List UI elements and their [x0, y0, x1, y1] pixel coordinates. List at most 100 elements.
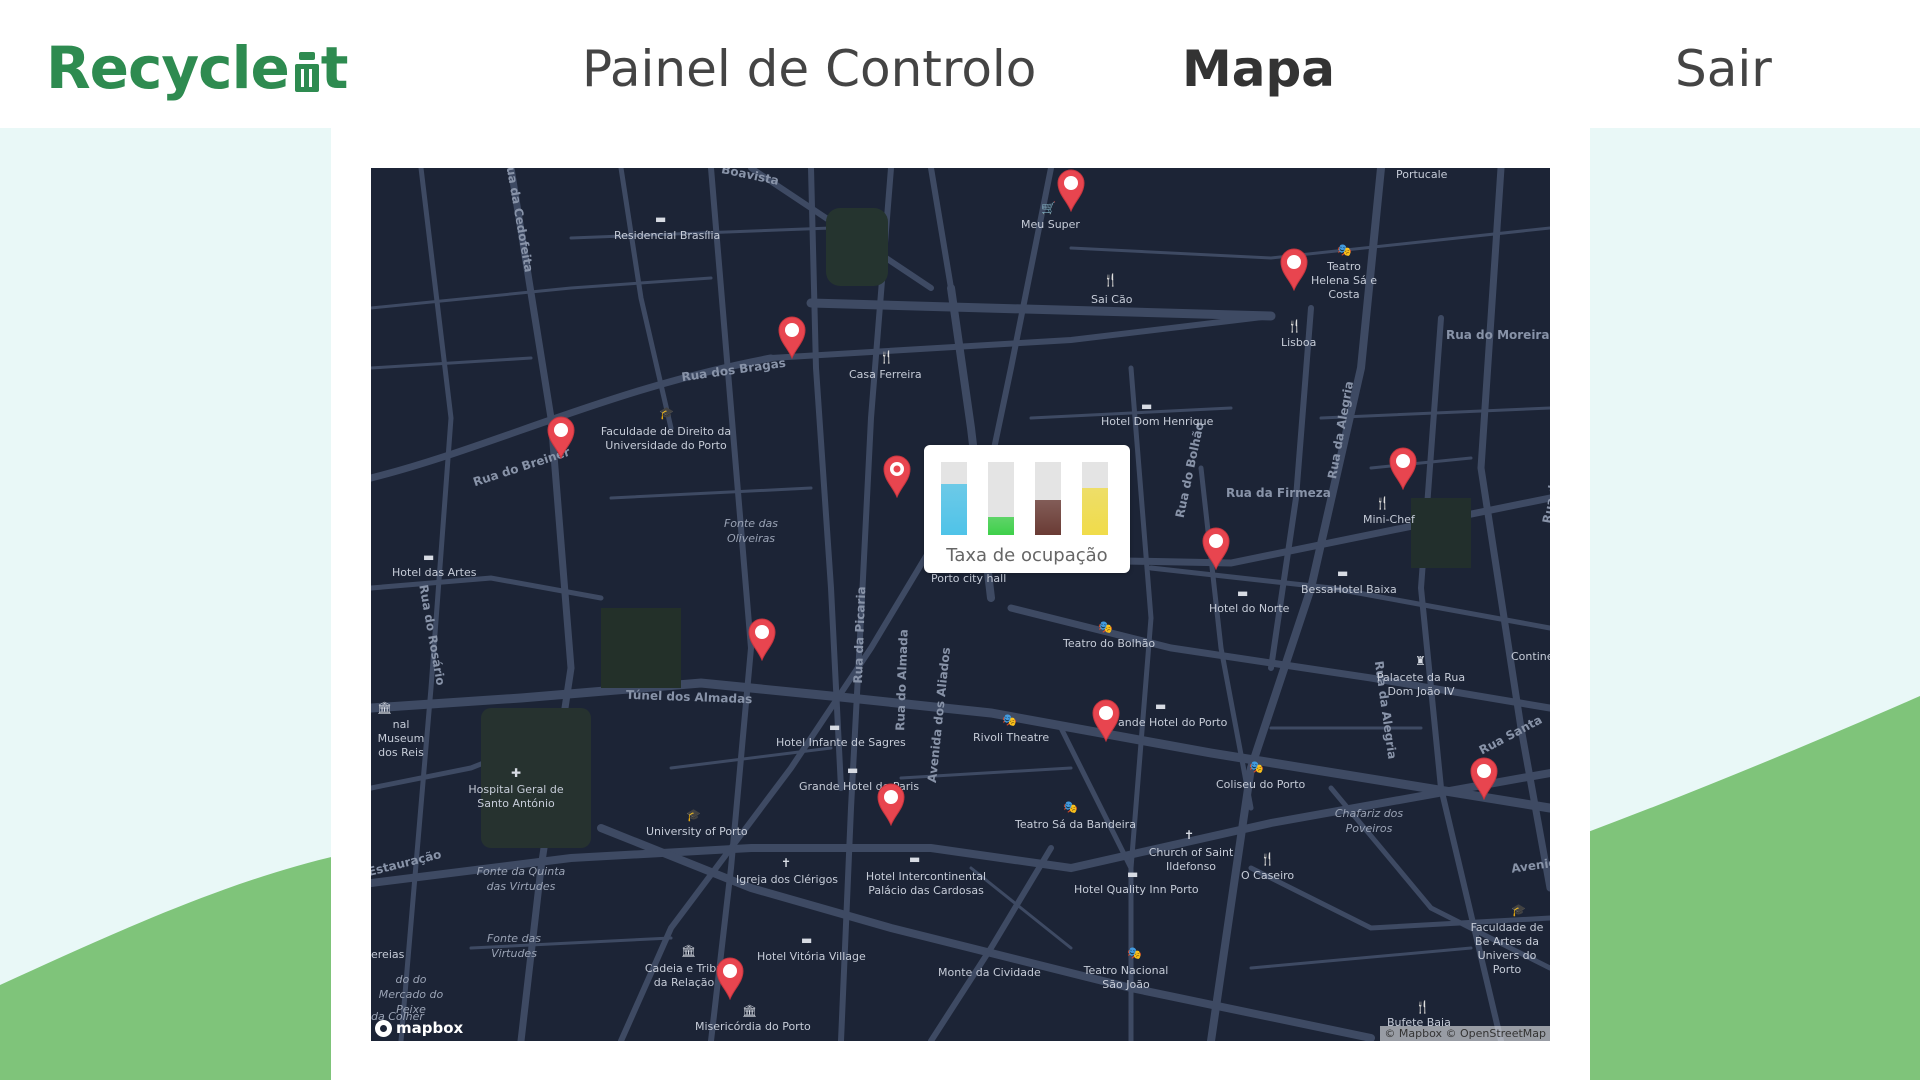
place-label: ereias	[371, 948, 405, 961]
place-label: Hotel Vitória Village	[757, 950, 866, 963]
museum-icon: 🏛	[681, 944, 697, 958]
map-pin-icon	[748, 618, 776, 661]
place-label: Faculdade de Be Artes da Univers do Port…	[1470, 921, 1544, 976]
nav-exit[interactable]: Sair	[1675, 40, 1772, 98]
map-pin-icon	[1092, 699, 1120, 742]
map-pin-icon	[1470, 757, 1498, 800]
bin-marker[interactable]	[1388, 446, 1418, 490]
restaurant-icon: 🍴	[1260, 852, 1275, 866]
bin-marker[interactable]	[1056, 168, 1086, 212]
place-label: Coliseu do Porto	[1216, 778, 1306, 791]
place-label: ande Hotel do Porto	[1118, 716, 1228, 729]
street-label: Rua da Firmeza	[1226, 486, 1331, 500]
bin-marker[interactable]	[715, 956, 745, 1000]
bin-marker[interactable]	[1201, 526, 1231, 570]
bin-marker[interactable]	[777, 315, 807, 359]
restaurant-icon: 🍴	[1415, 1000, 1430, 1014]
mapbox-label: mapbox	[396, 1019, 464, 1037]
recycle-bin-icon	[294, 52, 319, 92]
church-icon: ✝	[1184, 828, 1195, 842]
map-view[interactable]: Rua dos Bragas Rua do Breiner Túnel dos …	[371, 168, 1550, 1041]
hotel-icon: ▬	[909, 852, 921, 866]
place-label: Hotel Quality Inn Porto	[1074, 883, 1199, 896]
map-pin-icon	[547, 416, 575, 459]
app-logo[interactable]: Recycle t	[46, 34, 349, 102]
place-label: Hotel das Artes	[392, 566, 477, 579]
theatre-icon: 🎭	[1063, 800, 1078, 814]
place-label: Meu Super	[1021, 218, 1080, 231]
bin-fill-yellow	[1082, 487, 1108, 535]
hotel-icon: ▬	[1127, 867, 1139, 881]
bin-marker[interactable]	[546, 415, 576, 459]
bin-bar-blue	[941, 462, 967, 535]
mapbox-icon	[375, 1019, 392, 1037]
place-label: Hotel Infante de Sagres	[776, 736, 906, 749]
theatre-icon: 🎭	[1098, 620, 1113, 634]
university-icon: 🎓	[1511, 903, 1526, 917]
nav-map[interactable]: Mapa	[1182, 40, 1335, 98]
bin-fill-blue	[941, 483, 967, 535]
museum-icon: 🏛	[742, 1004, 758, 1018]
place-label: Fonte da Quinta das Virtudes	[476, 865, 566, 893]
map-pin-icon	[1202, 527, 1230, 570]
bin-marker[interactable]	[876, 782, 906, 826]
place-label: Teatro Nacional São João	[1083, 964, 1169, 991]
logo-suffix: t	[320, 34, 349, 102]
map-attribution[interactable]: © Mapbox © OpenStreetMap	[1380, 1026, 1550, 1041]
cart-icon: 🛒	[1041, 201, 1056, 215]
place-label: Teatro do Bolhão	[1063, 637, 1156, 650]
monument-icon: ♜	[1415, 654, 1426, 668]
mapbox-logo[interactable]: mapbox	[375, 1019, 463, 1037]
bin-bar-yellow	[1082, 462, 1108, 535]
university-icon: 🎓	[659, 406, 674, 420]
hotel-icon: ▬	[829, 720, 841, 734]
place-label: Casa Ferreira	[849, 368, 922, 381]
bin-fill-brown	[1035, 499, 1061, 535]
bin-marker-selected[interactable]	[882, 454, 912, 498]
place-label: Igreja dos Clérigos	[736, 873, 839, 886]
logo-text: Recycle	[46, 34, 290, 102]
hotel-icon: ▬	[655, 212, 667, 226]
hotel-icon: ▬	[1337, 566, 1349, 580]
nav-dashboard[interactable]: Painel de Controlo	[582, 40, 1036, 98]
place-label: Fonte das Oliveiras	[723, 517, 779, 545]
hospital-icon: ✚	[511, 766, 522, 780]
bin-marker[interactable]	[747, 617, 777, 661]
place-label: Teatro Helena Sá e Costa	[1310, 260, 1378, 301]
occupancy-label: Taxa de ocupação	[946, 545, 1108, 566]
bin-bar-brown	[1035, 462, 1061, 535]
map-pin-icon	[883, 455, 911, 498]
hotel-icon: ▬	[1237, 586, 1249, 600]
theatre-icon: 🎭	[1337, 243, 1352, 257]
place-label: Hotel Intercontinental Palácio das Cardo…	[865, 870, 987, 897]
place-label: Residencial Brasília	[614, 229, 721, 242]
hotel-icon: ▬	[423, 550, 435, 564]
bin-fill-green	[988, 516, 1014, 535]
place-label: Porto city hall	[931, 572, 1007, 585]
place-label: Hotel do Norte	[1209, 602, 1290, 615]
place-label: Sai Cão	[1091, 293, 1133, 306]
church-icon: ✝	[781, 856, 792, 870]
place-label: Rivoli Theatre	[973, 731, 1050, 744]
museum-icon: 🏛	[377, 701, 393, 715]
map-pin-icon	[778, 316, 806, 359]
map-pin-icon	[716, 957, 744, 1000]
place-label: O Caseiro	[1241, 869, 1295, 882]
place-label: Monte da Cividade	[938, 966, 1041, 979]
bin-marker[interactable]	[1469, 756, 1499, 800]
restaurant-icon: 🍴	[879, 350, 894, 364]
header: Recycle t Painel de Controlo Mapa Sair	[0, 0, 1920, 128]
bin-marker[interactable]	[1091, 698, 1121, 742]
bin-bar-green	[988, 462, 1014, 535]
bin-marker[interactable]	[1279, 247, 1309, 291]
place-label: Chafariz dos Poveiros	[1334, 807, 1404, 835]
place-label: BessaHotel Baixa	[1301, 583, 1397, 596]
place-label: Portucale	[1396, 168, 1448, 181]
occupancy-popup: Taxa de ocupação	[924, 445, 1130, 573]
university-icon: 🎓	[686, 808, 701, 822]
map-pin-icon	[1280, 248, 1308, 291]
street-label: Contine	[1511, 650, 1550, 663]
street-label: Rua do Moreira	[1446, 328, 1550, 342]
place-label: Hotel Dom Henrique	[1101, 415, 1214, 428]
place-label: Church of Saint Ildefonso	[1148, 846, 1234, 873]
